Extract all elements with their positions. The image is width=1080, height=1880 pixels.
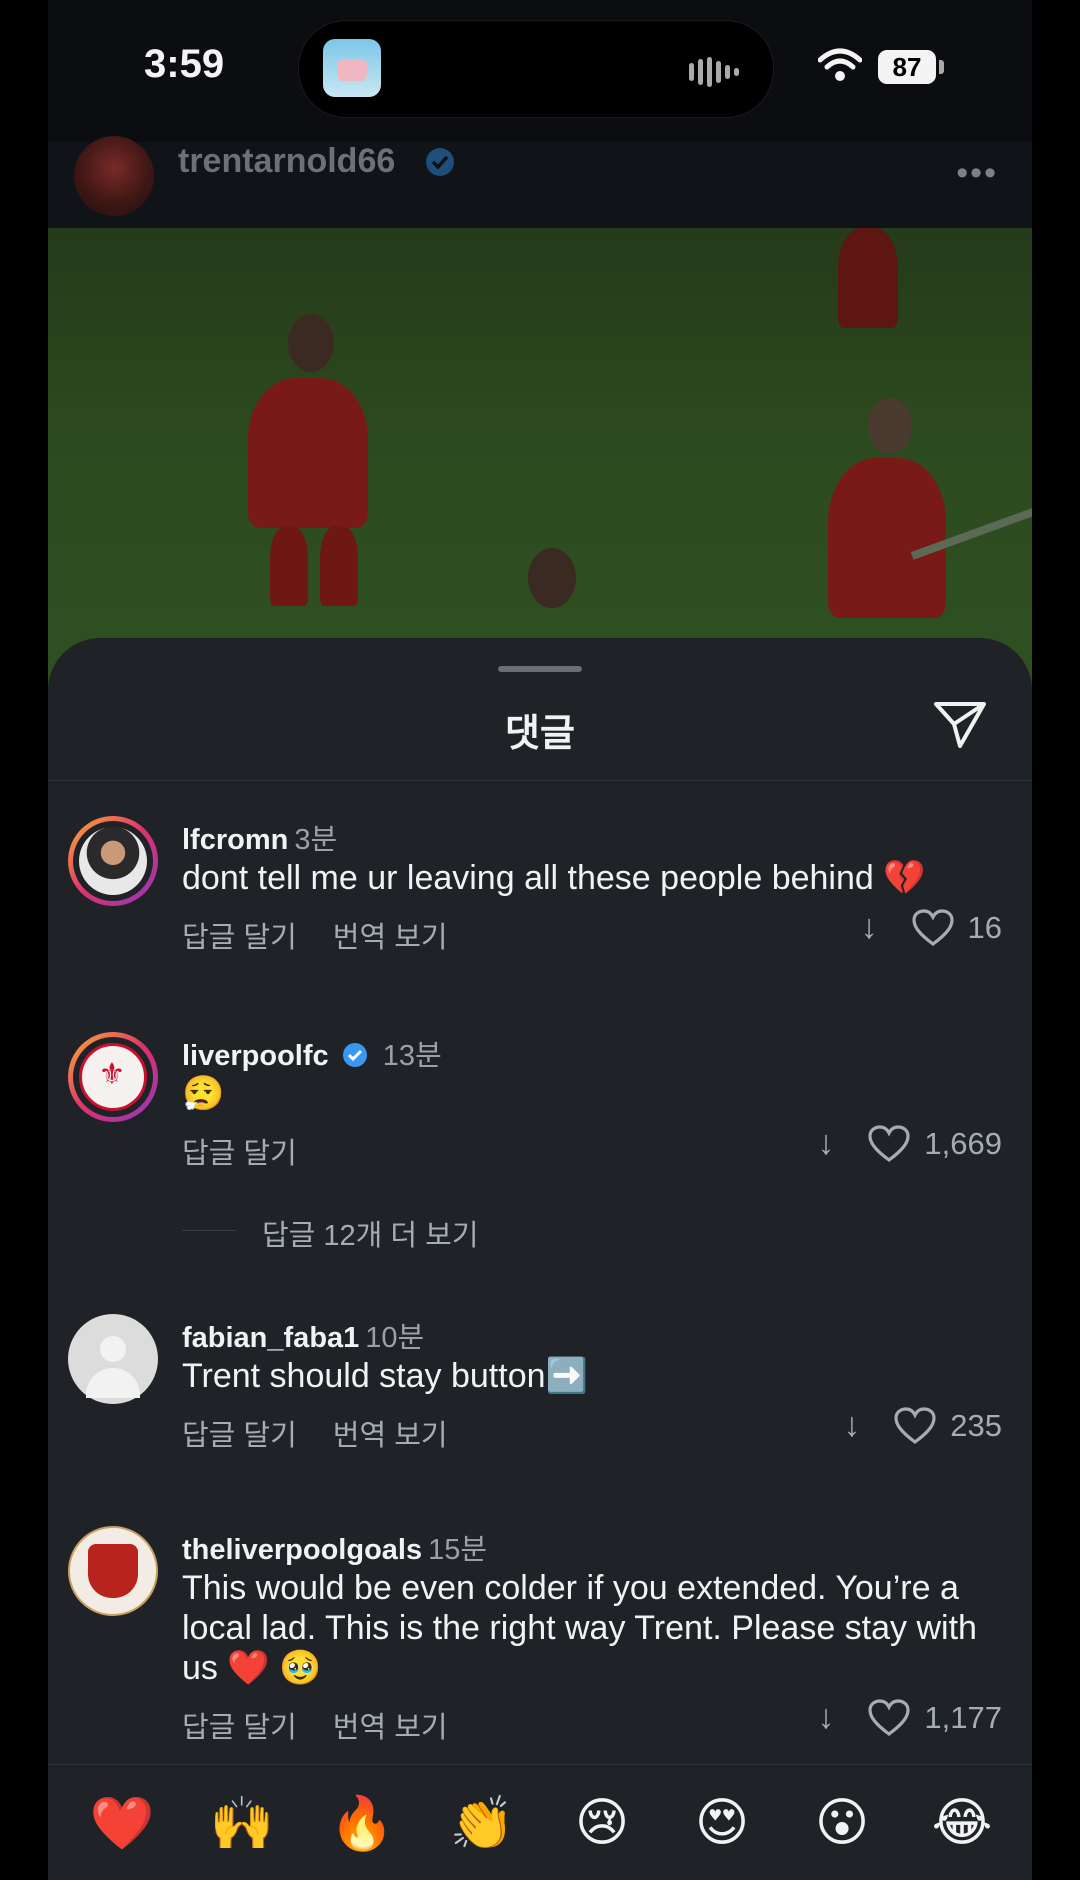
arrow-down-icon[interactable]: ↓ (817, 1124, 834, 1163)
reply-button[interactable]: 답글 달기 (182, 922, 297, 954)
player-figure (248, 378, 368, 528)
sheet-title: 댓글 (505, 713, 575, 755)
commenter-avatar[interactable] (68, 1314, 158, 1404)
translate-button[interactable]: 번역 보기 (333, 922, 448, 954)
comments-sheet: 댓글 lfcromn 3분 dont tell me ur leaving all… (48, 638, 1032, 1880)
post-photo[interactable] (48, 228, 1032, 688)
comment-text: 😮‍💨 (182, 1075, 225, 1113)
comment-text: Trent should stay button➡️ (182, 1357, 588, 1395)
audio-wave-icon (689, 57, 739, 87)
player-head (528, 548, 576, 608)
translate-button[interactable]: 번역 보기 (333, 1420, 448, 1452)
status-bar: 3:59 87 (48, 0, 1032, 142)
heart-outline-icon[interactable] (911, 908, 954, 947)
comment-actions: 답글 달기 번역 보기 (182, 1704, 484, 1746)
sheet-divider (48, 780, 1032, 781)
goals-crest-icon (88, 1544, 138, 1598)
comment-header: fabian_faba1 10분 (182, 1314, 424, 1356)
comment-username[interactable]: lfcromn (182, 824, 288, 856)
dynamic-island[interactable] (298, 20, 774, 118)
replies-line (182, 1230, 236, 1231)
translate-button[interactable]: 번역 보기 (333, 1712, 448, 1744)
comment-like-area: ↓ 1,669 (817, 1124, 1002, 1163)
battery-tip (939, 60, 944, 74)
comment-time: 13분 (382, 1040, 442, 1072)
like-count: 1,177 (924, 1699, 1002, 1735)
status-time: 3:59 (144, 42, 225, 86)
reaction-raised-hands[interactable]: 🙌 (206, 1793, 278, 1854)
reply-button[interactable]: 답글 달기 (182, 1712, 297, 1744)
player-legs (270, 526, 308, 606)
comment-header: liverpoolfc 13분 (182, 1032, 442, 1074)
comment-username[interactable]: liverpoolfc (182, 1040, 329, 1072)
default-avatar-head (100, 1336, 126, 1362)
verified-badge-icon (426, 148, 454, 176)
default-avatar-body (86, 1368, 140, 1398)
comment-actions: 답글 달기 번역 보기 (182, 1412, 484, 1454)
player-figure (838, 228, 898, 328)
heart-outline-icon[interactable] (868, 1124, 911, 1163)
like-count: 16 (967, 909, 1002, 945)
post-header: trentarnold66 ••• (48, 136, 1032, 228)
player-figure (828, 458, 946, 618)
commenter-avatar[interactable] (68, 1526, 158, 1616)
reaction-heart[interactable]: ❤️ (86, 1793, 158, 1854)
arrow-down-icon[interactable]: ↓ (861, 908, 878, 947)
arrow-down-icon[interactable]: ↓ (817, 1698, 834, 1737)
comment-header: lfcromn 3분 (182, 816, 337, 858)
player-head (868, 398, 912, 454)
comment-header: theliverpoolgoals 15분 (182, 1526, 487, 1568)
comment-username[interactable]: fabian_faba1 (182, 1322, 359, 1354)
heart-outline-icon[interactable] (894, 1406, 936, 1445)
reaction-heart-eyes[interactable]: 😍 (686, 1793, 758, 1853)
quick-reaction-bar: ❤️ 🙌 🔥 👏 😢 😍 😮 😂 (48, 1764, 1032, 1880)
now-playing-app-icon (323, 39, 381, 97)
comment-like-area: ↓ 16 (861, 908, 1002, 947)
arrow-down-icon[interactable]: ↓ (843, 1406, 860, 1445)
comment-time: 10분 (365, 1322, 425, 1354)
phone-screen: 3:59 87 trentarnold66 ••• 댓글 lfcromn 3분 … (48, 0, 1032, 1880)
send-icon[interactable] (932, 698, 988, 750)
verified-badge-icon (342, 1043, 367, 1067)
comment-actions: 답글 달기 번역 보기 (182, 914, 484, 956)
reaction-fire[interactable]: 🔥 (326, 1793, 398, 1854)
reply-button[interactable]: 답글 달기 (182, 1420, 297, 1452)
reaction-laugh[interactable]: 😂 (926, 1793, 998, 1853)
heart-outline-icon[interactable] (868, 1698, 911, 1737)
right-margin (1032, 0, 1080, 1880)
left-margin (0, 0, 48, 1880)
comment-username[interactable]: theliverpoolgoals (182, 1534, 422, 1566)
player-head (288, 314, 334, 372)
comment-like-area: ↓ 1,177 (817, 1698, 1002, 1737)
like-count: 235 (950, 1407, 1002, 1443)
more-options-button[interactable]: ••• (956, 154, 998, 193)
view-more-replies-button[interactable]: 답글 12개 더 보기 (262, 1212, 479, 1254)
comment-time: 15분 (428, 1534, 488, 1566)
comment-text: This would be even colder if you extende… (182, 1569, 977, 1687)
post-avatar[interactable] (74, 136, 154, 216)
comment-text: dont tell me ur leaving all these people… (182, 859, 926, 897)
wifi-icon (818, 48, 862, 81)
comment-actions: 답글 달기 (182, 1130, 333, 1172)
liverbird-logo-icon: ⚜ (98, 1058, 126, 1091)
comment-time: 3분 (294, 824, 338, 856)
reply-button[interactable]: 답글 달기 (182, 1138, 297, 1170)
comment-like-area: ↓ 235 (843, 1406, 1002, 1445)
player-legs (320, 526, 358, 606)
reaction-clap[interactable]: 👏 (446, 1793, 518, 1854)
drag-handle[interactable] (498, 666, 582, 672)
post-username[interactable]: trentarnold66 (178, 142, 395, 181)
commenter-avatar[interactable] (68, 816, 158, 906)
reaction-surprised[interactable]: 😮 (806, 1793, 878, 1853)
battery-indicator: 87 (878, 50, 936, 84)
like-count: 1,669 (924, 1125, 1002, 1161)
reaction-cry[interactable]: 😢 (566, 1793, 638, 1853)
commenter-avatar[interactable]: ⚜ (68, 1032, 158, 1122)
